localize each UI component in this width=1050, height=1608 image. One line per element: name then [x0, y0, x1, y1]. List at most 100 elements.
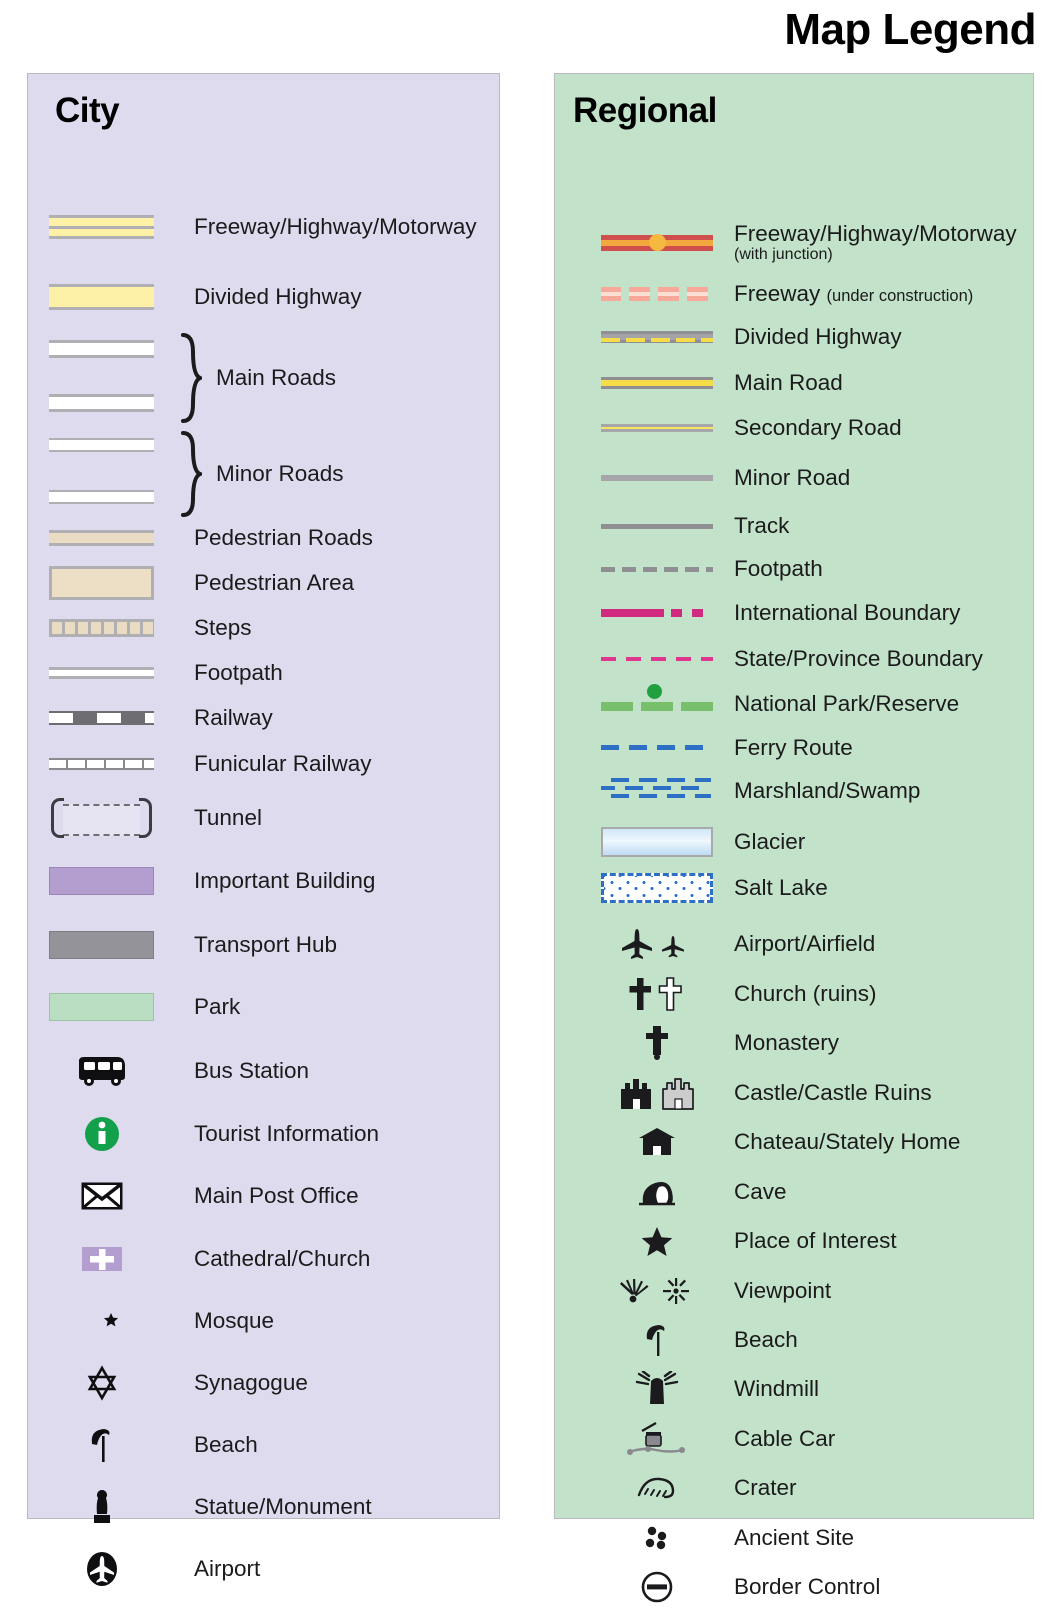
- park-swatch-symbol: [49, 990, 154, 1024]
- legend-label: Park: [194, 994, 241, 1020]
- legend-label: Divided Highway: [194, 284, 362, 310]
- ferry-route-line-symbol: [601, 733, 713, 763]
- legend-row-city-pedestrian-area: Pedestrian Area: [28, 566, 499, 600]
- legend-label: Cathedral/Church: [194, 1246, 371, 1272]
- legend-row-city-post-office: Main Post Office: [28, 1174, 499, 1218]
- beach-umbrella-icon: [49, 1423, 154, 1467]
- windmill-icon: [601, 1368, 713, 1410]
- legend-label: Chateau/Stately Home: [734, 1129, 961, 1155]
- pedestrian-road-bar-symbol: [49, 521, 154, 555]
- regional-panel-heading: Regional: [573, 91, 717, 130]
- legend-row-city-divided-highway: Divided Highway: [28, 280, 499, 314]
- legend-row-regional-national-park: National Park/Reserve: [555, 681, 1033, 716]
- legend-row-regional-border-control: Border Control: [555, 1566, 1033, 1608]
- legend-label: Airport/Airfield: [734, 931, 876, 957]
- secondary-road-line-symbol: [601, 413, 713, 443]
- cable-car-icon: [601, 1418, 713, 1460]
- legend-row-city-mosque: Mosque: [28, 1299, 499, 1343]
- brace-main-roads: [180, 332, 202, 424]
- legend-row-city-tunnel: Tunnel: [28, 796, 499, 840]
- legend-row-regional-church-ruins: Church (ruins): [555, 973, 1033, 1015]
- international-boundary-line-symbol: [601, 598, 713, 628]
- legend-row-regional-freeway-uc: Freeway (under construction): [555, 279, 1033, 309]
- legend-label: Tourist Information: [194, 1121, 380, 1147]
- legend-row-city-main-roads: Main Roads: [28, 332, 499, 424]
- legend-row-city-beach: Beach: [28, 1423, 499, 1467]
- legend-row-regional-viewpoint: Viewpoint: [555, 1270, 1033, 1312]
- white-thin-road-pair-symbol: [49, 430, 154, 518]
- legend-label: Beach: [734, 1327, 798, 1353]
- legend-row-city-pedestrian-roads: Pedestrian Roads: [28, 521, 499, 555]
- ancient-site-icon: [601, 1517, 713, 1559]
- legend-row-regional-secondary-road: Secondary Road: [555, 413, 1033, 443]
- legend-label: Transport Hub: [194, 932, 337, 958]
- marshland-pattern-symbol: [601, 776, 713, 806]
- divided-highway-bar-symbol: [49, 280, 154, 314]
- city-legend-panel: City Freeway/Highway/Motorway Divided Hi…: [27, 73, 500, 1586]
- legend-row-city-railway: Railway: [28, 701, 499, 735]
- legend-row-city-park: Park: [28, 990, 499, 1024]
- legend-row-regional-place-of-interest: Place of Interest: [555, 1220, 1033, 1262]
- info-circle-icon: [49, 1112, 154, 1156]
- track-line-symbol: [601, 511, 713, 541]
- legend-label: Footpath: [734, 556, 823, 582]
- airport-circle-icon: [49, 1547, 154, 1591]
- legend-label: Bus Station: [194, 1058, 310, 1084]
- legend-row-city-funicular: Funicular Railway: [28, 747, 499, 781]
- legend-row-regional-windmill: Windmill: [555, 1368, 1033, 1410]
- legend-label: Ancient Site: [734, 1525, 855, 1551]
- legend-label: Pedestrian Area: [194, 570, 355, 596]
- tunnel-bracket-symbol: [49, 796, 154, 840]
- legend-label: Railway: [194, 705, 273, 731]
- white-road-pair-symbol: [49, 332, 154, 424]
- legend-row-regional-ancient-site: Ancient Site: [555, 1517, 1033, 1559]
- railway-bar-symbol: [49, 701, 154, 735]
- funicular-bar-symbol: [49, 747, 154, 781]
- footpath-bar-symbol: [49, 656, 154, 690]
- brace-minor-roads: [180, 430, 202, 518]
- legend-row-city-tourist-information: Tourist Information: [28, 1112, 499, 1156]
- regional-legend-panel: Regional Freeway/Highway/Motorway (with …: [554, 73, 1034, 1603]
- legend-row-city-bus-station: Bus Station: [28, 1049, 499, 1093]
- legend-label: Minor Road: [734, 465, 851, 491]
- legend-label: Church (ruins): [734, 981, 877, 1007]
- legend-row-regional-cave: Cave: [555, 1171, 1033, 1213]
- legend-label: Windmill: [734, 1376, 820, 1402]
- monastery-cross-icon: [601, 1022, 713, 1064]
- legend-label: Salt Lake: [734, 875, 828, 901]
- minor-road-line-symbol: [601, 463, 713, 493]
- legend-label: Minor Roads: [216, 461, 344, 487]
- freeway-junction-line-symbol: [601, 228, 713, 258]
- legend-label: Divided Highway: [734, 324, 902, 350]
- legend-label: Main Post Office: [194, 1183, 359, 1209]
- footpath-dashed-line-symbol: [601, 554, 713, 584]
- crescent-star-icon: [49, 1299, 154, 1343]
- legend-label: Footpath: [194, 660, 283, 686]
- page-title: Map Legend: [784, 5, 1036, 54]
- legend-row-city-transport-hub: Transport Hub: [28, 928, 499, 962]
- legend-row-regional-marshland: Marshland/Swamp: [555, 776, 1033, 806]
- legend-row-regional-chateau: Chateau/Stately Home: [555, 1121, 1033, 1163]
- legend-row-regional-crater: Crater: [555, 1467, 1033, 1509]
- legend-label: Beach: [194, 1432, 258, 1458]
- state-boundary-line-symbol: [601, 644, 713, 674]
- legend-row-city-statue: Statue/Monument: [28, 1485, 499, 1529]
- legend-label: National Park/Reserve: [734, 691, 960, 716]
- legend-row-regional-track: Track: [555, 511, 1033, 541]
- border-control-icon: [601, 1566, 713, 1608]
- legend-row-city-airport: Airport: [28, 1547, 499, 1591]
- legend-sublabel: (with junction): [734, 246, 833, 264]
- legend-label: Main Road: [734, 370, 843, 396]
- legend-label: Funicular Railway: [194, 751, 372, 777]
- legend-label-text: Freeway/Highway/Motorway: [734, 221, 1017, 246]
- viewpoint-icon: [601, 1270, 713, 1312]
- legend-label: Marshland/Swamp: [734, 778, 921, 804]
- freeway-divided-bar-symbol: [49, 210, 154, 244]
- legend-row-regional-main-road: Main Road: [555, 368, 1033, 398]
- legend-label: Synagogue: [194, 1370, 308, 1396]
- legend-label: Pedestrian Roads: [194, 525, 373, 551]
- legend-label: Cave: [734, 1179, 787, 1205]
- legend-row-regional-ferry-route: Ferry Route: [555, 733, 1033, 763]
- star-of-david-icon: [49, 1361, 154, 1405]
- cathedral-cross-icon: [49, 1237, 154, 1281]
